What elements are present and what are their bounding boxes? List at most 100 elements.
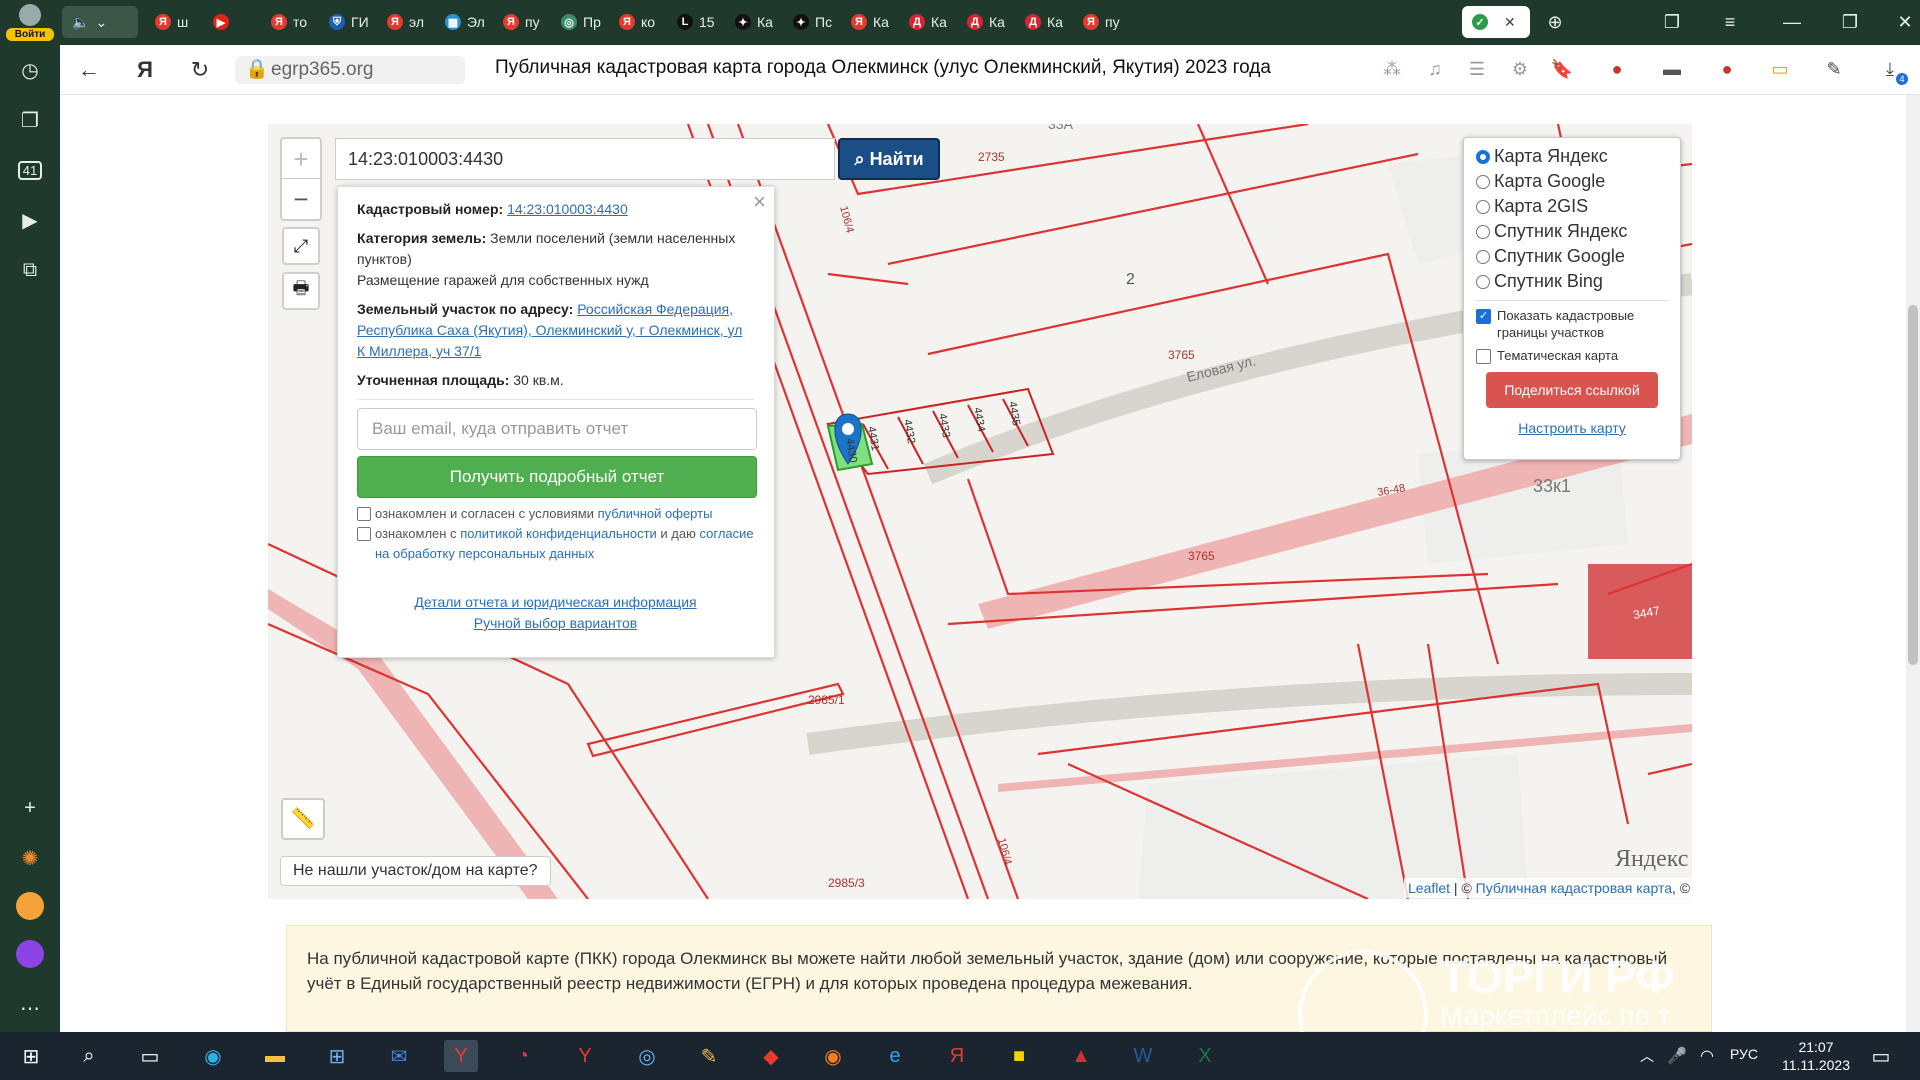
- layer-option[interactable]: Спутник Яндекс: [1476, 219, 1668, 244]
- browser-tab[interactable]: Д Ка: [899, 6, 957, 38]
- show-borders-checkbox[interactable]: ✓: [1476, 309, 1491, 324]
- app-icon-1[interactable]: ✺: [12, 840, 48, 876]
- screenshot-icon[interactable]: ⧉: [12, 252, 48, 288]
- scrollbar-thumb[interactable]: [1908, 305, 1918, 665]
- task-view-icon[interactable]: ▭: [133, 1040, 167, 1072]
- collections-icon[interactable]: ❐: [12, 102, 48, 138]
- tab-active[interactable]: ✓ ✕: [1462, 6, 1530, 38]
- explorer-icon[interactable]: ▬: [258, 1040, 292, 1072]
- more-icon[interactable]: ⋯: [12, 990, 48, 1026]
- notes-icon[interactable]: ✎: [1822, 59, 1846, 81]
- app-ring-icon[interactable]: ◎: [630, 1040, 664, 1072]
- layer-radio[interactable]: [1476, 274, 1490, 289]
- not-found-button[interactable]: Не нашли участок/дом на карте?: [280, 856, 551, 886]
- word-icon[interactable]: W: [1126, 1040, 1160, 1072]
- url-field[interactable]: 🔒 egrp365.org: [235, 56, 465, 84]
- extension-2-icon[interactable]: ▬: [1660, 59, 1684, 81]
- add-panel-icon[interactable]: +: [12, 790, 48, 826]
- manual-selection-link[interactable]: Ручной выбор вариантов: [474, 615, 638, 631]
- clock[interactable]: 21:07 11.11.2023: [1782, 1038, 1850, 1074]
- zoom-out-button[interactable]: −: [282, 179, 320, 219]
- tray-chevron-icon[interactable]: ︿: [1630, 1040, 1664, 1072]
- browser-tab[interactable]: Д Ка: [1015, 6, 1073, 38]
- fullscreen-icon[interactable]: ⤢: [282, 227, 320, 265]
- windows-start-icon[interactable]: ⊞: [14, 1040, 48, 1072]
- browser-tab[interactable]: Япу: [493, 6, 551, 38]
- search-button[interactable]: ⌕ Найти: [838, 138, 940, 180]
- language-indicator[interactable]: РУС: [1730, 1046, 1758, 1062]
- extension-3-icon[interactable]: ●: [1715, 59, 1739, 81]
- close-icon[interactable]: ×: [753, 191, 766, 213]
- cadastral-number-link[interactable]: 14:23:010003:4430: [507, 201, 628, 217]
- new-tab-icon[interactable]: ⊕: [1540, 8, 1570, 36]
- browser-tab[interactable]: Яш: [145, 6, 203, 38]
- counter-badge[interactable]: 41: [12, 152, 48, 188]
- ie-icon[interactable]: e: [878, 1040, 912, 1072]
- acrobat-icon[interactable]: ▲: [1064, 1040, 1098, 1072]
- paint-icon[interactable]: ✎: [692, 1040, 726, 1072]
- browser-tab[interactable]: Япу: [1073, 6, 1131, 38]
- history-icon[interactable]: ◷: [12, 52, 48, 88]
- extension-1-icon[interactable]: ●: [1605, 59, 1629, 81]
- configure-map-link[interactable]: Настроить карту: [1476, 420, 1668, 436]
- details-link[interactable]: Детали отчета и юридическая информация: [414, 594, 696, 610]
- battery-icon[interactable]: ▭: [1768, 59, 1792, 81]
- privacy-checkbox[interactable]: [357, 527, 371, 541]
- browser-tab[interactable]: Яко: [609, 6, 667, 38]
- close-window-icon[interactable]: ✕: [1890, 8, 1920, 36]
- offer-link[interactable]: публичной оферты: [598, 506, 713, 521]
- apps-icon[interactable]: ⁂: [1380, 59, 1404, 81]
- get-report-button[interactable]: Получить подробный отчет: [357, 456, 757, 498]
- browser-tab[interactable]: ✦ Ка: [725, 6, 783, 38]
- zoom-in-button[interactable]: +: [282, 139, 320, 179]
- browser-tab[interactable]: Ято: [261, 6, 319, 38]
- tabs-overview-icon[interactable]: ❐: [1657, 8, 1687, 36]
- store-icon[interactable]: ⊞: [320, 1040, 354, 1072]
- app-icon-2[interactable]: [12, 888, 48, 924]
- share-link-button[interactable]: Поделиться ссылкой: [1486, 372, 1658, 408]
- wifi-icon[interactable]: ◠: [1690, 1040, 1724, 1072]
- yandex-browser-icon[interactable]: Y: [444, 1040, 478, 1072]
- video-icon[interactable]: ▶: [12, 202, 48, 238]
- excel-icon[interactable]: X: [1188, 1040, 1222, 1072]
- mail-icon[interactable]: ✉: [382, 1040, 416, 1072]
- browser-tab[interactable]: L 15: [667, 6, 725, 38]
- browser-tab[interactable]: Я Ка: [841, 6, 899, 38]
- browser-tab[interactable]: ◎ Пр: [551, 6, 609, 38]
- browser-tab[interactable]: ⛨ ГИ: [319, 6, 377, 38]
- show-borders-option[interactable]: ✓ Показать кадастровые границы участков: [1476, 307, 1668, 341]
- sound-control[interactable]: 🔈 ⌄: [62, 6, 138, 38]
- search-icon[interactable]: ⌕: [72, 1040, 106, 1072]
- microphone-icon[interactable]: 🎤: [1660, 1040, 1694, 1072]
- browser-tab[interactable]: ✦ Пс: [783, 6, 841, 38]
- browser-tab[interactable]: Д Ка: [957, 6, 1015, 38]
- edge-icon[interactable]: ◉: [196, 1040, 230, 1072]
- app-c-icon[interactable]: ◔: [506, 1040, 540, 1072]
- privacy-link[interactable]: политикой конфиденциальности: [460, 526, 657, 541]
- email-field[interactable]: Ваш email, куда отправить отчет: [357, 408, 757, 450]
- headphones-icon[interactable]: ♫: [1423, 59, 1447, 81]
- offer-checkbox[interactable]: [357, 507, 371, 521]
- reload-icon[interactable]: ↻: [185, 55, 215, 85]
- back-icon[interactable]: ←: [74, 55, 104, 85]
- close-tab-icon[interactable]: ✕: [1504, 14, 1516, 31]
- layer-radio[interactable]: [1476, 224, 1490, 239]
- leaflet-link[interactable]: Leaflet: [1408, 880, 1450, 896]
- yandex-icon[interactable]: Я: [130, 55, 160, 85]
- downloads-icon[interactable]: ⤓ 4: [1878, 59, 1908, 85]
- browser-tab[interactable]: ▶: [203, 6, 261, 38]
- layer-option[interactable]: Спутник Google: [1476, 244, 1668, 269]
- restore-icon[interactable]: ❐: [1835, 8, 1865, 36]
- layer-option[interactable]: Карта Google: [1476, 169, 1668, 194]
- firefox-icon[interactable]: ◉: [816, 1040, 850, 1072]
- alice-icon[interactable]: [12, 936, 48, 972]
- browser-tab[interactable]: ▦ Эл: [435, 6, 493, 38]
- minimize-icon[interactable]: —: [1777, 8, 1807, 36]
- sticky-notes-icon[interactable]: ■: [1002, 1040, 1036, 1072]
- browser-tab[interactable]: Яэл: [377, 6, 435, 38]
- layer-option[interactable]: Спутник Bing: [1476, 269, 1668, 294]
- extensions-icon[interactable]: ⚙: [1508, 59, 1532, 81]
- yandex-app-icon[interactable]: Я: [940, 1040, 974, 1072]
- bookmark-icon[interactable]: 🔖: [1550, 59, 1574, 81]
- notifications-icon[interactable]: ▭: [1864, 1040, 1898, 1072]
